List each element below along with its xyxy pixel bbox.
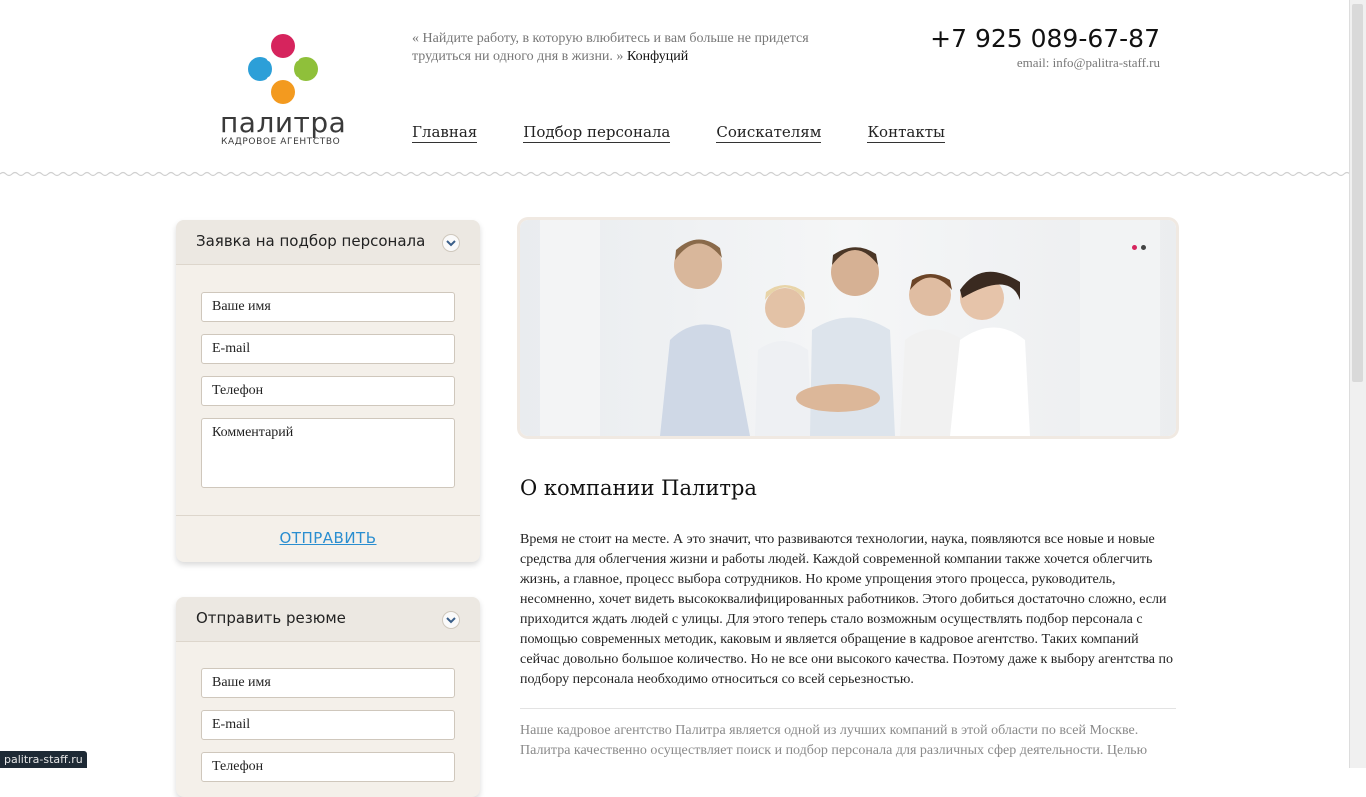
about-paragraph-secondary: Наше кадровое агентство Палитра является… xyxy=(520,723,1148,758)
nav-item-contacts[interactable]: Контакты xyxy=(867,123,945,143)
palette-logo-icon xyxy=(248,34,318,104)
chevron-down-icon[interactable] xyxy=(442,234,460,252)
contact-phone: +7 925 089-67-87 xyxy=(930,24,1160,53)
main-nav: Главная Подбор персонала Соискателям Кон… xyxy=(412,123,945,143)
resume-form-panel: Отправить резюме xyxy=(176,597,480,797)
slider-dots xyxy=(1132,245,1146,250)
nav-item-home[interactable]: Главная xyxy=(412,123,478,143)
site-header: палитра КАДРОВОЕ АГЕНТСТВО « Найдите раб… xyxy=(0,0,1350,178)
resume-name-input[interactable] xyxy=(201,668,455,698)
resume-form-title: Отправить резюме xyxy=(196,609,346,627)
page-scrollbar[interactable] xyxy=(1349,0,1366,768)
quote-text: « Найдите работу, в которую влюбитесь и … xyxy=(412,31,809,64)
hero-slider xyxy=(520,220,1176,436)
scrollbar-thumb[interactable] xyxy=(1352,4,1363,382)
request-phone-input[interactable] xyxy=(201,376,455,406)
about-paragraph: Время не стоит на месте. А это значит, ч… xyxy=(520,532,1173,687)
status-url: palitra-staff.ru xyxy=(0,751,87,768)
slider-dot-active[interactable] xyxy=(1132,245,1137,250)
logo-wordmark: палитра xyxy=(220,106,347,139)
nav-item-job-seekers[interactable]: Соискателям xyxy=(716,123,822,143)
logo-subtitle: КАДРОВОЕ АГЕНТСТВО xyxy=(221,137,341,147)
request-form-title: Заявка на подбор персонала xyxy=(196,232,426,250)
resume-form-header[interactable]: Отправить резюме xyxy=(176,597,480,642)
quote-author: Конфуций xyxy=(626,49,689,64)
request-form-header[interactable]: Заявка на подбор персонала xyxy=(176,220,480,265)
resume-phone-input[interactable] xyxy=(201,752,455,782)
request-name-input[interactable] xyxy=(201,292,455,322)
request-email-input[interactable] xyxy=(201,334,455,364)
header-quote: « Найдите работу, в которую влюбитесь и … xyxy=(412,30,862,66)
request-form-panel: Заявка на подбор персонала ОТПРАВИТЬ xyxy=(176,220,480,562)
resume-email-input[interactable] xyxy=(201,710,455,740)
slider-dot[interactable] xyxy=(1141,245,1146,250)
header-divider xyxy=(0,171,1350,177)
request-submit-button[interactable]: ОТПРАВИТЬ xyxy=(176,529,480,547)
site-logo[interactable]: палитра КАДРОВОЕ АГЕНТСТВО xyxy=(218,34,348,149)
request-form-footer: ОТПРАВИТЬ xyxy=(176,515,480,562)
team-hands-photo xyxy=(520,220,1176,436)
chevron-down-icon[interactable] xyxy=(442,611,460,629)
page-title: О компании Палитра xyxy=(520,476,757,500)
request-comment-input[interactable] xyxy=(201,418,455,488)
contact-email: email: info@palitra-staff.ru xyxy=(1016,55,1160,70)
nav-item-recruitment[interactable]: Подбор персонала xyxy=(523,123,671,143)
content-divider xyxy=(520,708,1176,709)
